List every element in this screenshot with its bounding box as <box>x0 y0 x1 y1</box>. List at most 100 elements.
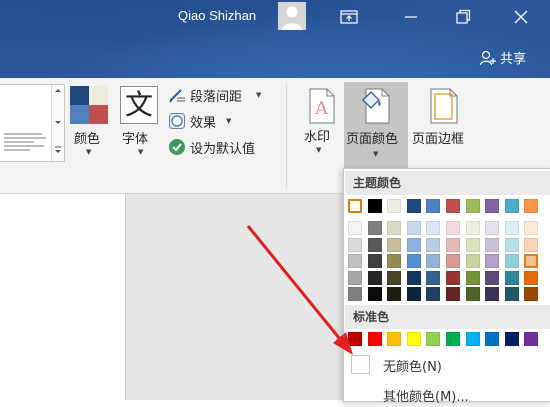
theme-shade-swatch[interactable] <box>524 254 539 268</box>
theme-color-swatch[interactable] <box>348 199 362 213</box>
theme-shade-swatch[interactable] <box>465 254 480 268</box>
theme-shade-swatch[interactable] <box>387 270 402 285</box>
standard-color-swatch[interactable] <box>348 332 362 346</box>
theme-shade-swatch[interactable] <box>485 237 500 252</box>
standard-color-swatch[interactable] <box>524 332 539 346</box>
watermark-button[interactable]: A 水印 ▼ <box>300 84 342 164</box>
theme-shade-swatch[interactable] <box>446 237 460 252</box>
close-button[interactable] <box>510 6 532 28</box>
theme-shade-swatch[interactable] <box>406 287 421 301</box>
theme-shade-swatch[interactable] <box>387 254 402 268</box>
theme-color-swatch[interactable] <box>367 199 382 213</box>
theme-shade-swatch[interactable] <box>367 221 382 235</box>
theme-shade-swatch[interactable] <box>446 254 460 268</box>
theme-shade-swatch[interactable] <box>426 237 441 252</box>
theme-shade-swatch[interactable] <box>348 221 362 235</box>
gallery-scrollbar[interactable] <box>51 85 64 161</box>
theme-color-swatch[interactable] <box>465 199 480 213</box>
share-button[interactable]: 共享 <box>479 48 526 67</box>
theme-shade-swatch[interactable] <box>485 254 500 268</box>
close-icon <box>514 10 528 24</box>
theme-color-swatch[interactable] <box>524 199 539 213</box>
theme-shade-swatch[interactable] <box>367 287 382 301</box>
style-set-gallery[interactable] <box>0 84 65 162</box>
theme-shade-swatch[interactable] <box>387 237 402 252</box>
theme-shade-swatch[interactable] <box>465 270 480 285</box>
standard-color-swatch[interactable] <box>406 332 421 346</box>
standard-color-swatch[interactable] <box>426 332 441 346</box>
theme-shade-swatch[interactable] <box>348 237 362 252</box>
page-color-button[interactable]: 页面颜色 ▼ <box>344 82 408 168</box>
no-color-item[interactable]: 无颜色(N) <box>345 351 550 377</box>
theme-shade-swatch[interactable] <box>524 221 539 235</box>
set-as-default-button[interactable]: 设为默认值 <box>168 138 278 158</box>
theme-shade-swatch[interactable] <box>426 254 441 268</box>
theme-color-swatch[interactable] <box>406 199 421 213</box>
theme-shade-swatch[interactable] <box>426 270 441 285</box>
page-color-dropdown: 主题颜色 标准色 无颜色(N) 其他颜色(M)... <box>343 168 550 405</box>
paragraph-spacing-button[interactable]: 段落间距 ▼ <box>168 86 278 106</box>
theme-shade-swatch[interactable] <box>446 270 460 285</box>
paragraph-spacing-icon <box>169 89 185 103</box>
theme-shade-swatch[interactable] <box>504 221 519 235</box>
theme-shade-swatch[interactable] <box>367 237 382 252</box>
theme-shade-swatch[interactable] <box>426 287 441 301</box>
theme-shade-swatch[interactable] <box>524 237 539 252</box>
standard-color-swatch[interactable] <box>465 332 480 346</box>
theme-shade-swatch[interactable] <box>504 287 519 301</box>
theme-shade-swatch[interactable] <box>367 254 382 268</box>
theme-shade-swatch[interactable] <box>406 270 421 285</box>
theme-shade-swatch[interactable] <box>485 270 500 285</box>
theme-shade-swatch[interactable] <box>387 287 402 301</box>
effects-icon <box>169 113 185 129</box>
theme-shade-swatch[interactable] <box>367 270 382 285</box>
theme-shade-swatch[interactable] <box>406 254 421 268</box>
more-colors-item[interactable]: 其他颜色(M)... <box>345 381 550 407</box>
chevron-down-icon: ▼ <box>226 117 232 125</box>
theme-shade-swatch[interactable] <box>406 221 421 235</box>
theme-shade-swatch[interactable] <box>446 221 460 235</box>
minimize-button[interactable] <box>400 6 422 28</box>
restore-button[interactable] <box>452 6 474 28</box>
theme-shade-swatch[interactable] <box>504 270 519 285</box>
theme-shade-swatch[interactable] <box>348 254 362 268</box>
theme-shade-swatch[interactable] <box>485 221 500 235</box>
theme-color-swatch[interactable] <box>426 199 441 213</box>
effects-button[interactable]: 效果 ▼ <box>168 112 248 132</box>
theme-shade-swatch[interactable] <box>524 270 539 285</box>
theme-shade-swatch[interactable] <box>524 287 539 301</box>
theme-shade-swatch[interactable] <box>465 237 480 252</box>
document-page[interactable] <box>0 194 126 400</box>
standard-color-swatch[interactable] <box>504 332 519 346</box>
theme-color-swatch[interactable] <box>504 199 519 213</box>
theme-shade-swatch[interactable] <box>504 254 519 268</box>
theme-shade-swatch[interactable] <box>387 221 402 235</box>
ribbon-display-icon <box>340 10 358 24</box>
standard-color-swatch[interactable] <box>446 332 460 346</box>
user-name[interactable]: Qiao Shizhan <box>178 8 256 23</box>
standard-color-swatch[interactable] <box>387 332 402 346</box>
checkmark-circle-icon <box>169 139 185 155</box>
theme-color-swatch[interactable] <box>446 199 460 213</box>
page-borders-button[interactable]: 页面边框 <box>412 84 476 154</box>
theme-shade-swatch[interactable] <box>348 287 362 301</box>
no-color-label: 无颜色(N) <box>383 360 442 375</box>
theme-shade-swatch[interactable] <box>446 287 460 301</box>
theme-shade-swatch[interactable] <box>426 221 441 235</box>
theme-shade-swatch[interactable] <box>465 221 480 235</box>
minimize-icon <box>405 16 417 18</box>
theme-color-swatch[interactable] <box>387 199 402 213</box>
theme-shade-swatch[interactable] <box>465 287 480 301</box>
standard-color-swatch[interactable] <box>485 332 500 346</box>
theme-color-swatch[interactable] <box>485 199 500 213</box>
theme-fonts-button[interactable]: 文 字体 ▼ <box>118 84 160 156</box>
theme-shade-swatch[interactable] <box>485 287 500 301</box>
colors-label: 颜色 <box>74 132 101 147</box>
theme-shade-swatch[interactable] <box>348 270 362 285</box>
standard-color-swatch[interactable] <box>367 332 382 346</box>
avatar[interactable] <box>278 2 306 30</box>
theme-shade-swatch[interactable] <box>406 237 421 252</box>
ribbon-display-options-button[interactable] <box>338 6 360 28</box>
standard-colors-heading: 标准色 <box>345 305 550 329</box>
theme-shade-swatch[interactable] <box>504 237 519 252</box>
